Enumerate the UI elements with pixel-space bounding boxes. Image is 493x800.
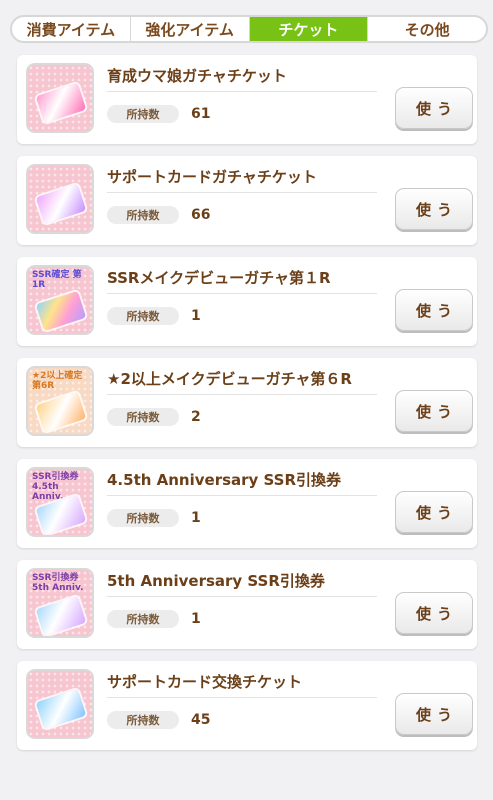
use-button[interactable]: 使う — [395, 390, 473, 432]
violet-ticket-icon — [26, 164, 94, 234]
list-item: サポートカードガチャチケット 所持数 66 使う — [17, 156, 477, 245]
use-button[interactable]: 使う — [395, 87, 473, 129]
use-button[interactable]: 使う — [395, 491, 473, 533]
tab-enhancement[interactable]: 強化アイテム — [131, 17, 250, 41]
use-button[interactable]: 使う — [395, 188, 473, 230]
item-name: サポートカード交換チケット — [107, 671, 377, 698]
count-label: 所持数 — [107, 408, 179, 426]
pink-ticket-icon — [26, 63, 94, 133]
rainbow-ticket-icon: SSR確定 第1R — [26, 265, 94, 335]
tab-other[interactable]: その他 — [368, 17, 486, 41]
ssr-exchange-ticket-icon: SSR引換券 4.5th Anniv. — [26, 467, 94, 537]
blue-ticket-icon — [26, 669, 94, 739]
use-button[interactable]: 使う — [395, 592, 473, 634]
count-label: 所持数 — [107, 610, 179, 628]
item-name: 4.5th Anniversary SSR引換券 — [107, 469, 377, 496]
count-label: 所持数 — [107, 206, 179, 224]
ssr-exchange-ticket-icon: SSR引換券 5th Anniv. — [26, 568, 94, 638]
count-value: 1 — [191, 308, 201, 324]
count-label: 所持数 — [107, 307, 179, 325]
gold-ticket-icon: ★2以上確定 第6R — [26, 366, 94, 436]
item-name: 5th Anniversary SSR引換券 — [107, 570, 377, 597]
tab-consumables[interactable]: 消費アイテム — [12, 17, 131, 41]
count-value: 61 — [191, 106, 211, 122]
use-button[interactable]: 使う — [395, 289, 473, 331]
list-item: SSR引換券 4.5th Anniv. 4.5th Anniversary SS… — [17, 459, 477, 548]
use-button[interactable]: 使う — [395, 693, 473, 735]
item-name: SSRメイクデビューガチャ第１R — [107, 267, 377, 294]
list-item: サポートカード交換チケット 所持数 45 使う — [17, 661, 477, 750]
item-name: ★2以上メイクデビューガチャ第６R — [107, 368, 377, 395]
tab-bar: 消費アイテム 強化アイテム チケット その他 — [10, 15, 488, 43]
ticket-badge: SSR引換券 5th Anniv. — [32, 573, 84, 593]
item-name: サポートカードガチャチケット — [107, 166, 377, 193]
ticket-badge: SSR確定 第1R — [32, 270, 82, 290]
count-label: 所持数 — [107, 711, 179, 729]
list-item: 育成ウマ娘ガチャチケット 所持数 61 使う — [17, 55, 477, 144]
ticket-badge: ★2以上確定 第6R — [32, 371, 83, 391]
ticket-badge: SSR引換券 4.5th Anniv. — [32, 472, 79, 502]
count-value: 1 — [191, 611, 201, 627]
list-item: SSR引換券 5th Anniv. 5th Anniversary SSR引換券… — [17, 560, 477, 649]
count-value: 2 — [191, 409, 201, 425]
count-label: 所持数 — [107, 509, 179, 527]
list-item: ★2以上確定 第6R ★2以上メイクデビューガチャ第６R 所持数 2 使う — [17, 358, 477, 447]
list-item: SSR確定 第1R SSRメイクデビューガチャ第１R 所持数 1 使う — [17, 257, 477, 346]
tab-tickets[interactable]: チケット — [249, 17, 369, 41]
count-value: 1 — [191, 510, 201, 526]
count-value: 45 — [191, 712, 211, 728]
count-value: 66 — [191, 207, 211, 223]
count-label: 所持数 — [107, 105, 179, 123]
item-name: 育成ウマ娘ガチャチケット — [107, 65, 377, 92]
